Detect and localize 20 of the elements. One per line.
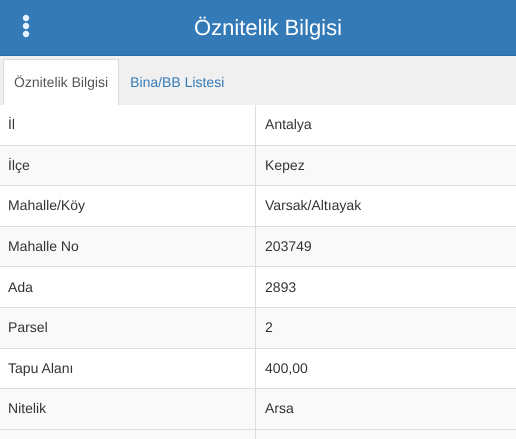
- tab[interactable]: Öznitelik Bilgisi: [3, 59, 120, 105]
- table-cell-text: 400,00: [264, 358, 309, 378]
- tab[interactable]: Bina/BB Listesi: [119, 59, 236, 105]
- table-cell: Ada: [0, 267, 256, 307]
- table-cell-text: 2893: [264, 278, 298, 297]
- table-cell: İl: [0, 105, 256, 145]
- table-cell: Mahalle/Köy: [0, 186, 256, 226]
- table-cell: İlçe: [0, 146, 256, 186]
- table-cell-text: 203749: [264, 237, 313, 256]
- table-cell: Nitelik: [0, 389, 256, 429]
- table-cell-text: Antalya: [264, 115, 313, 134]
- table-cell-text: Varsak/Altıayak: [264, 196, 362, 216]
- table-cell: Parsel: [0, 308, 256, 348]
- table-cell-text: Arsa: [264, 399, 295, 418]
- menu-icon[interactable]: [21, 14, 31, 38]
- table-cell: Mahalle No: [0, 226, 256, 266]
- header-title: Öznitelik Bilgisi: [193, 14, 342, 42]
- table-cell-text: 2: [264, 318, 274, 338]
- table-cell-text: Kepez: [264, 156, 306, 175]
- table-cell: Tapu Alanı: [0, 348, 256, 388]
